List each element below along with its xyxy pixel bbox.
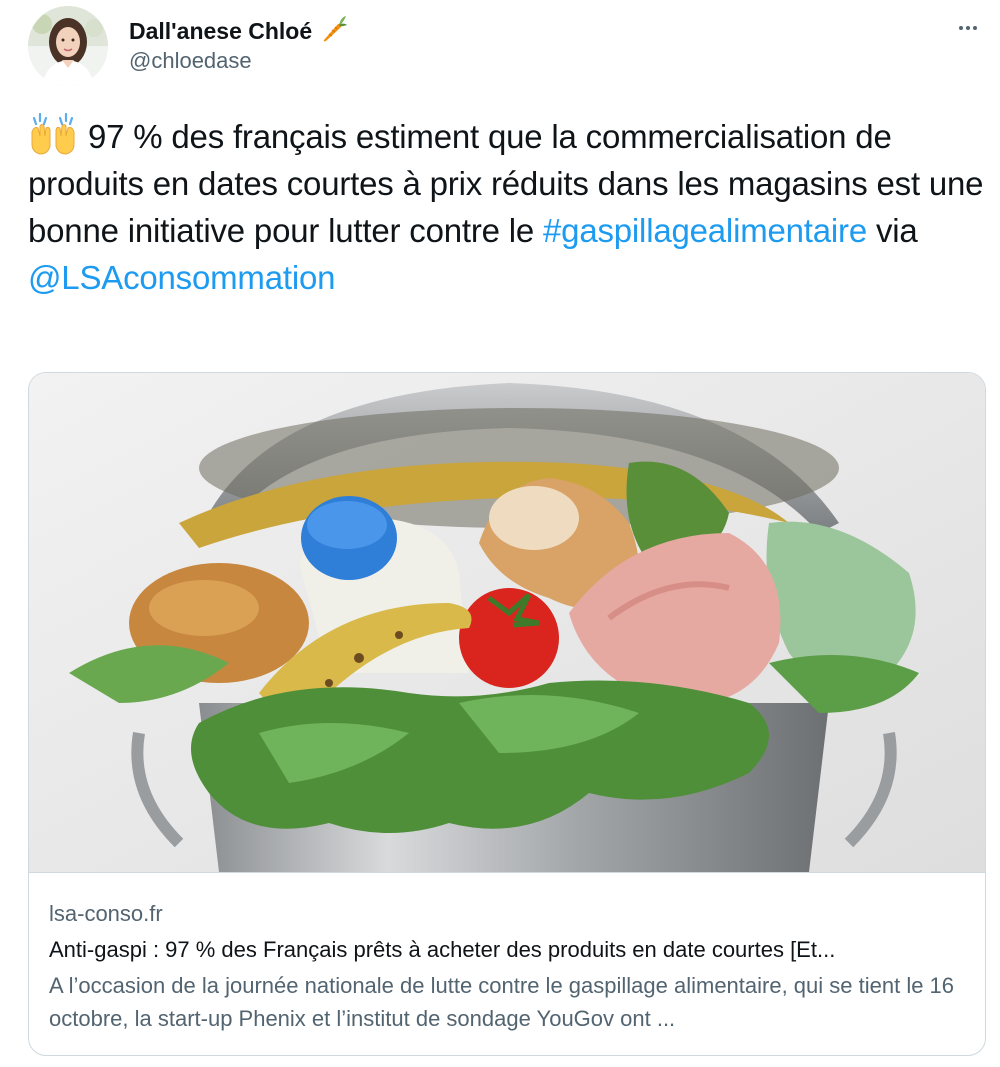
tweet: Dall'anese Chloé @chloedase 97 % des fra… — [0, 0, 1000, 1067]
card-domain: lsa-conso.fr — [49, 901, 163, 926]
avatar-image — [28, 6, 108, 86]
author-name-row: Dall'anese Chloé — [129, 14, 348, 49]
dot — [973, 26, 977, 30]
dot — [959, 26, 963, 30]
author-display-name[interactable]: Dall'anese Chloé — [129, 18, 312, 45]
avatar[interactable] — [28, 6, 108, 86]
carrot-icon — [318, 14, 348, 49]
card-description: A l’occasion de la journée nationale de … — [49, 973, 955, 1031]
dot — [966, 26, 970, 30]
card-info: lsa-conso.fr Anti-gaspi : 97 % des Franç… — [29, 873, 985, 1035]
food-waste-image — [29, 373, 985, 872]
link-preview-card[interactable]: lsa-conso.fr Anti-gaspi : 97 % des Franç… — [28, 372, 986, 1056]
card-title: Anti-gaspi : 97 % des Français prêts à a… — [49, 937, 836, 962]
mention-link[interactable]: @LSAconsommation — [28, 259, 335, 296]
tweet-text-part2: via — [867, 212, 918, 249]
more-options-button[interactable] — [950, 10, 986, 46]
hashtag-link[interactable]: #gaspillagealimentaire — [543, 212, 867, 249]
author-handle[interactable]: @chloedase — [129, 48, 252, 74]
raising-hands-icon — [28, 112, 78, 156]
card-image[interactable] — [29, 373, 985, 873]
tweet-text: 97 % des français estiment que la commer… — [28, 112, 988, 301]
